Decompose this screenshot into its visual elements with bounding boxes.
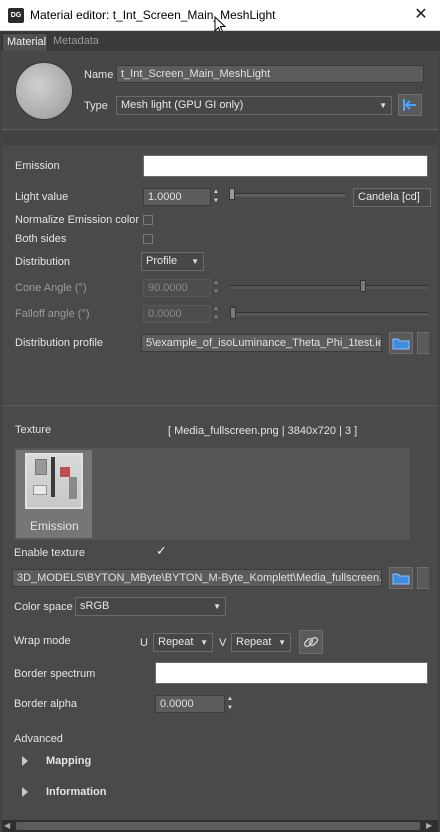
cone-angle-slider-thumb[interactable]: [360, 280, 366, 292]
name-field[interactable]: t_Int_Screen_Main_MeshLight: [116, 65, 424, 83]
up-arrow-icon[interactable]: ▲: [211, 188, 221, 197]
mapping-section-header[interactable]: Mapping: [46, 755, 91, 767]
window-title: Material editor: t_Int_Screen_Main_MeshL…: [30, 8, 276, 22]
texture-thumbnail[interactable]: [25, 453, 83, 509]
chevron-down-icon: ▼: [200, 638, 208, 647]
light-value-field[interactable]: 1.0000: [143, 188, 211, 206]
border-alpha-field[interactable]: 0.0000: [155, 695, 225, 713]
chevron-down-icon: ▼: [278, 638, 286, 647]
distribution-profile-path[interactable]: 5\example_of_isoLuminance_Theta_Phi_1tes…: [141, 334, 382, 352]
divider: [2, 129, 438, 130]
expand-information-icon[interactable]: [22, 787, 28, 797]
wrap-v-value: Repeat: [236, 636, 272, 648]
chevron-down-icon: ▼: [213, 602, 221, 611]
wrap-u-dropdown[interactable]: Repeat ▼: [153, 633, 213, 652]
both-sides-checkbox[interactable]: [143, 234, 153, 244]
wrap-v-dropdown[interactable]: Repeat ▼: [231, 633, 291, 652]
emission-color-swatch[interactable]: [143, 155, 428, 177]
light-value-stepper[interactable]: ▲ ▼: [211, 188, 221, 206]
information-section-header[interactable]: Information: [46, 786, 107, 798]
chevron-down-icon: ▼: [191, 257, 199, 266]
falloff-angle-slider-track[interactable]: [230, 312, 428, 316]
light-value-slider-thumb[interactable]: [229, 188, 235, 200]
down-arrow-icon[interactable]: ▼: [225, 704, 235, 713]
border-spectrum-label: Border spectrum: [14, 668, 96, 680]
section-strip: [2, 131, 438, 145]
material-preview[interactable]: [15, 62, 73, 120]
unit-dropdown[interactable]: Candela [cd]: [353, 188, 431, 207]
texture-extra-button[interactable]: [417, 567, 429, 589]
emission-label: Emission: [15, 160, 60, 172]
chevron-down-icon: ▼: [379, 101, 387, 110]
wrap-v-label: V: [219, 637, 227, 649]
distribution-label: Distribution: [15, 256, 71, 268]
enable-texture-label: Enable texture: [14, 547, 85, 559]
cone-angle-field[interactable]: 90.0000: [143, 279, 211, 297]
color-space-value: sRGB: [80, 600, 110, 612]
down-arrow-icon[interactable]: ▼: [211, 197, 221, 206]
link-uv-button[interactable]: [299, 630, 323, 654]
both-sides-label: Both sides: [15, 233, 67, 245]
distribution-dropdown[interactable]: Profile ▼: [141, 252, 204, 271]
app-icon: DG: [8, 8, 24, 23]
scrollbar-thumb[interactable]: [16, 822, 420, 830]
border-alpha-stepper[interactable]: ▲ ▼: [225, 695, 235, 713]
up-arrow-icon[interactable]: ▲: [211, 279, 221, 288]
close-button[interactable]: ✕: [408, 3, 434, 27]
tab-material[interactable]: Material: [2, 33, 48, 51]
profile-extra-button[interactable]: [417, 332, 429, 354]
type-dropdown[interactable]: Mesh light (GPU GI only) ▼: [116, 96, 392, 115]
scroll-right-arrow[interactable]: ▶: [426, 821, 432, 830]
distribution-profile-label: Distribution profile: [15, 337, 104, 349]
divider: [2, 405, 438, 406]
texture-slot-label: Emission: [30, 519, 79, 533]
tab-metadata[interactable]: Metadata: [49, 33, 105, 51]
open-profile-button[interactable]: [389, 332, 413, 354]
return-arrow-icon: [403, 99, 416, 111]
falloff-angle-field[interactable]: 0.0000: [143, 305, 211, 323]
cone-angle-slider-track[interactable]: [230, 285, 428, 289]
scroll-left-arrow[interactable]: ◀: [4, 821, 10, 830]
border-spectrum-swatch[interactable]: [155, 662, 428, 684]
expand-mapping-icon[interactable]: [22, 756, 28, 766]
falloff-angle-stepper[interactable]: ▲ ▼: [211, 305, 221, 323]
down-arrow-icon[interactable]: ▼: [211, 314, 221, 323]
normalize-emission-checkbox[interactable]: [143, 215, 153, 225]
texture-path-field[interactable]: 3D_MODELS\BYTON_MByte\BYTON_M-Byte_Kompl…: [12, 569, 382, 587]
normalize-emission-label: Normalize Emission color: [15, 214, 140, 226]
up-arrow-icon[interactable]: ▲: [225, 695, 235, 704]
color-space-label: Color space: [14, 601, 73, 613]
texture-label: Texture: [15, 424, 52, 436]
falloff-angle-slider-thumb[interactable]: [230, 307, 236, 319]
wrap-mode-label: Wrap mode: [14, 635, 71, 647]
open-texture-button[interactable]: [389, 567, 413, 589]
folder-icon: [392, 338, 410, 350]
unit-value: Candela [cd]: [358, 191, 420, 203]
up-arrow-icon[interactable]: ▲: [211, 305, 221, 314]
color-space-dropdown[interactable]: sRGB ▼: [75, 597, 226, 616]
cone-angle-label: Cone Angle (°): [15, 282, 87, 294]
advanced-label: Advanced: [14, 733, 63, 745]
enable-texture-checkbox[interactable]: ✓: [156, 543, 167, 559]
light-value-label: Light value: [15, 191, 69, 203]
wrap-u-label: U: [140, 637, 148, 649]
type-label: Type: [84, 100, 108, 112]
down-arrow-icon[interactable]: ▼: [211, 288, 221, 297]
folder-icon: [392, 573, 410, 585]
border-alpha-label: Border alpha: [14, 698, 77, 710]
chain-link-icon: [303, 636, 319, 648]
texture-info: [ Media_fullscreen.png | 3840x720 | 3 ]: [168, 425, 358, 437]
assign-button[interactable]: [398, 94, 422, 116]
wrap-u-value: Repeat: [158, 636, 194, 648]
type-value: Mesh light (GPU GI only): [121, 99, 244, 111]
distribution-value: Profile: [146, 255, 178, 267]
cone-angle-stepper[interactable]: ▲ ▼: [211, 279, 221, 297]
name-label: Name: [84, 69, 114, 81]
light-value-slider-track[interactable]: [230, 193, 345, 197]
falloff-angle-label: Falloff angle (°): [15, 308, 90, 320]
